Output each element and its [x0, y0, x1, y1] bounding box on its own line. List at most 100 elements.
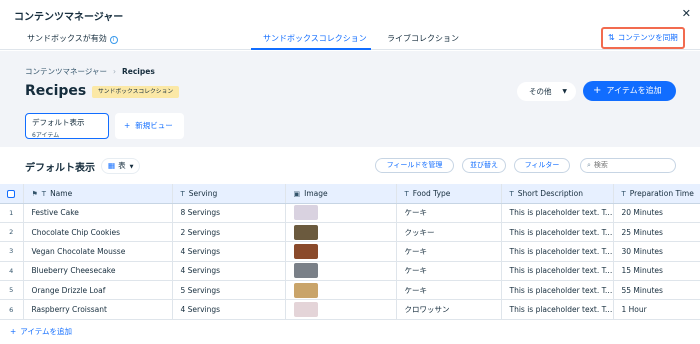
new-view-button[interactable]: + 新規ビュー — [115, 113, 184, 139]
cell-serving[interactable]: 4 Servings — [172, 261, 286, 282]
search-icon: ⌕ — [587, 161, 591, 169]
table-header-row: ⚑ T Name T Serving ▣ Image T Food Type T Short… — [0, 184, 700, 204]
row-number[interactable]: 2 — [0, 222, 24, 243]
search-input[interactable] — [593, 161, 664, 169]
cell-name[interactable]: Festive Cake — [23, 203, 173, 223]
column-header-image[interactable]: ▣ Image — [285, 184, 397, 204]
cell-preparation-time[interactable]: 55 Minutes — [613, 280, 700, 301]
chevron-right-icon: › — [112, 67, 116, 76]
breadcrumb-root[interactable]: コンテンツマネージャー — [25, 67, 107, 76]
cell-short-description[interactable]: This is placeholder text. To... — [501, 261, 614, 282]
cell-food-type[interactable]: ケーキ — [396, 261, 502, 282]
recipe-thumbnail — [293, 302, 318, 318]
text-type-icon: T — [509, 189, 514, 198]
cell-serving[interactable]: 8 Servings — [172, 203, 286, 223]
table-row[interactable]: 1 Festive Cake 8 Servings ケーキ This is placeh… — [0, 203, 700, 223]
table-row[interactable]: 5 Orange Drizzle Loaf 5 Servings ケーキ This is… — [0, 280, 700, 301]
select-all-cell — [0, 184, 24, 204]
row-number[interactable]: 5 — [0, 280, 24, 301]
cell-short-description[interactable]: This is placeholder text. To... — [501, 299, 614, 320]
cell-food-type[interactable]: ケーキ — [396, 203, 502, 223]
column-header-food-type[interactable]: T Food Type — [396, 184, 502, 204]
data-table: ⚑ T Name T Serving ▣ Image T Food Type T Short… — [0, 184, 700, 320]
cell-short-description[interactable]: This is placeholder text. To... — [501, 280, 614, 301]
cell-image[interactable] — [285, 261, 397, 282]
text-type-icon: T — [41, 189, 47, 198]
cell-serving[interactable]: 2 Servings — [172, 222, 286, 243]
select-all-checkbox[interactable] — [7, 189, 16, 198]
cell-image[interactable] — [285, 241, 397, 262]
new-view-label: 新規ビュー — [135, 121, 173, 130]
column-label: Serving — [188, 188, 218, 198]
table-row[interactable]: 6 Raspberry Croissant 4 Servings クロワッサン This… — [0, 299, 700, 320]
column-label: Image — [304, 188, 328, 198]
cell-name[interactable]: Raspberry Croissant — [23, 299, 173, 320]
row-number[interactable]: 4 — [0, 261, 24, 282]
active-tab-indicator — [251, 48, 371, 50]
table-row[interactable]: 3 Vegan Chocolate Mousse 4 Servings ケーキ This… — [0, 241, 700, 262]
recipe-thumbnail — [293, 224, 318, 240]
row-number[interactable]: 3 — [0, 241, 24, 262]
cell-food-type[interactable]: ケーキ — [396, 241, 502, 262]
column-header-preparation-time[interactable]: T Preparation Time — [613, 184, 700, 204]
cell-serving[interactable]: 4 Servings — [172, 299, 286, 320]
sandbox-badge: サンドボックスコレクション — [92, 86, 180, 98]
manage-fields-button[interactable]: フィールドを管理 — [375, 158, 454, 173]
row-number[interactable]: 1 — [0, 203, 24, 223]
cell-name[interactable]: Vegan Chocolate Mousse — [23, 241, 173, 262]
cell-serving[interactable]: 4 Servings — [172, 241, 286, 262]
cell-name[interactable]: Chocolate Chip Cookies — [23, 222, 173, 243]
cell-preparation-time[interactable]: 20 Minutes — [613, 203, 700, 223]
more-actions-button[interactable]: その他 ▼ — [517, 82, 576, 101]
text-type-icon: T — [621, 189, 626, 198]
cell-image[interactable] — [285, 299, 397, 320]
sync-content-label: コンテンツを同期 — [617, 33, 678, 42]
cell-preparation-time[interactable]: 25 Minutes — [613, 222, 700, 243]
cell-name[interactable]: Orange Drizzle Loaf — [23, 280, 173, 301]
cell-serving[interactable]: 5 Servings — [172, 280, 286, 301]
cell-preparation-time[interactable]: 1 Hour — [613, 299, 700, 320]
cell-image[interactable] — [285, 280, 397, 301]
column-header-short-description[interactable]: T Short Description — [501, 184, 614, 204]
cell-food-type[interactable]: クロワッサン — [396, 299, 502, 320]
recipe-thumbnail — [293, 243, 318, 259]
search-field[interactable]: ⌕ — [580, 158, 676, 173]
cell-preparation-time[interactable]: 15 Minutes — [613, 261, 700, 282]
tab-sandbox-collection[interactable]: サンドボックスコレクション — [263, 33, 367, 44]
add-item-row-label: アイテムを追加 — [20, 327, 73, 336]
sync-content-button[interactable]: ⇅ コンテンツを同期 — [601, 27, 685, 49]
cell-image[interactable] — [285, 203, 397, 223]
sort-button[interactable]: 並び替え — [462, 158, 506, 173]
column-label: Food Type — [412, 188, 451, 198]
cell-image[interactable] — [285, 222, 397, 243]
breadcrumb-current: Recipes — [121, 67, 155, 76]
add-item-row-button[interactable]: + アイテムを追加 — [10, 326, 72, 337]
recipe-thumbnail — [293, 282, 318, 298]
row-number[interactable]: 6 — [0, 299, 24, 320]
cell-short-description[interactable]: This is placeholder text. To... — [501, 222, 614, 243]
window-title: コンテンツマネージャー — [14, 12, 124, 23]
table-row[interactable]: 4 Blueberry Cheesecake 4 Servings ケーキ This i… — [0, 261, 700, 282]
tab-live-collection[interactable]: ライブコレクション — [387, 33, 459, 44]
recipe-thumbnail — [293, 263, 318, 279]
add-item-button[interactable]: + アイテムを追加 — [583, 81, 676, 101]
cell-name[interactable]: Blueberry Cheesecake — [23, 261, 173, 282]
column-header-serving[interactable]: T Serving — [172, 184, 286, 204]
page-title: Recipes — [25, 83, 87, 99]
cell-short-description[interactable]: This is placeholder text. To... — [501, 241, 614, 262]
image-type-icon: ▣ — [293, 189, 301, 198]
cell-short-description[interactable]: This is placeholder text. To... — [501, 203, 614, 223]
cell-preparation-time[interactable]: 30 Minutes — [613, 241, 700, 262]
layout-toggle[interactable]: ▦ 表 ▼ — [101, 158, 141, 174]
column-label: Preparation Time — [629, 188, 694, 198]
cell-food-type[interactable]: クッキー — [396, 222, 502, 243]
view-card-default[interactable]: デフォルト表示 6アイテム — [25, 113, 109, 139]
table-row[interactable]: 2 Chocolate Chip Cookies 2 Servings クッキー Thi… — [0, 222, 700, 243]
column-header-name[interactable]: ⚑ T Name — [23, 184, 173, 204]
close-icon[interactable]: ✕ — [682, 7, 691, 20]
info-icon[interactable]: i — [109, 36, 118, 44]
filter-button[interactable]: フィルター — [514, 158, 570, 173]
cell-food-type[interactable]: ケーキ — [396, 280, 502, 301]
breadcrumb: コンテンツマネージャー › Recipes — [25, 66, 155, 77]
plus-icon: + — [10, 327, 17, 336]
